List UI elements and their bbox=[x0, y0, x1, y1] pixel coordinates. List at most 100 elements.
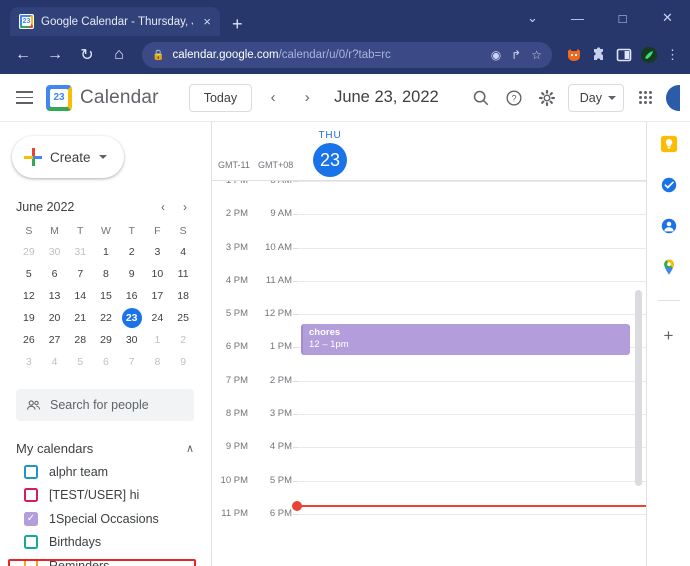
calendar-list-item[interactable]: Reminders bbox=[14, 554, 200, 566]
mini-calendar-day[interactable]: 30 bbox=[119, 329, 145, 351]
mini-calendar-day[interactable]: 5 bbox=[67, 351, 93, 373]
share-icon[interactable]: ↱ bbox=[511, 48, 521, 62]
calendar-checkbox[interactable] bbox=[24, 488, 38, 503]
tab-close-icon[interactable]: × bbox=[200, 13, 214, 30]
create-button[interactable]: Create bbox=[12, 136, 124, 178]
mini-calendar-day[interactable]: 15 bbox=[93, 285, 119, 307]
mini-calendar-day[interactable]: 19 bbox=[16, 307, 42, 329]
forward-icon[interactable]: → bbox=[40, 46, 70, 64]
mini-calendar-day[interactable]: 1 bbox=[93, 241, 119, 263]
account-avatar[interactable] bbox=[666, 84, 680, 111]
calendar-list-item[interactable]: alphr team bbox=[14, 460, 200, 484]
previous-period-icon[interactable]: ‹ bbox=[260, 85, 286, 111]
mini-calendar-day[interactable]: 1 bbox=[145, 329, 171, 351]
mini-calendar-day[interactable]: 20 bbox=[42, 307, 68, 329]
mini-calendar-day[interactable]: 26 bbox=[16, 329, 42, 351]
calendar-checkbox[interactable]: ✓ bbox=[24, 511, 38, 526]
calendar-event[interactable]: chores 12 – 1pm bbox=[301, 324, 630, 355]
help-icon[interactable]: ? bbox=[502, 86, 526, 110]
mini-calendar-day[interactable]: 7 bbox=[119, 351, 145, 373]
mini-calendar-day[interactable]: 9 bbox=[119, 263, 145, 285]
tab-search-chevron-icon[interactable]: ⌄ bbox=[510, 10, 555, 26]
side-panel-icon[interactable] bbox=[616, 47, 632, 63]
chrome-menu-icon[interactable]: ⋮ bbox=[666, 47, 682, 63]
maps-icon[interactable] bbox=[659, 257, 679, 277]
mini-calendar-day[interactable]: 8 bbox=[93, 263, 119, 285]
mini-calendar-day[interactable]: 2 bbox=[170, 329, 196, 351]
mini-calendar-day[interactable]: 18 bbox=[170, 285, 196, 307]
minimize-button[interactable]: — bbox=[555, 11, 600, 26]
mini-calendar-day[interactable]: 27 bbox=[42, 329, 68, 351]
add-panel-icon[interactable]: + bbox=[664, 326, 674, 346]
new-tab-button[interactable]: + bbox=[232, 15, 243, 33]
puzzle-extension-icon[interactable] bbox=[591, 47, 607, 63]
calendar-logo-icon[interactable]: 23 bbox=[46, 84, 72, 111]
hour-line bbox=[298, 380, 646, 382]
mini-calendar-day[interactable]: 3 bbox=[16, 351, 42, 373]
mini-calendar-day[interactable]: 2 bbox=[119, 241, 145, 263]
hour-grid[interactable]: 1 PM 8 AM 2 PM 9 AM 3 PM 10 AM 4 PM 11 AM 5 PM 12… bbox=[212, 180, 646, 566]
back-icon[interactable]: ← bbox=[8, 46, 38, 64]
calendar-list-item[interactable]: ✓ 1Special Occasions bbox=[14, 507, 200, 531]
calendar-brand-label: Calendar bbox=[80, 86, 159, 108]
mini-calendar-day[interactable]: 6 bbox=[93, 351, 119, 373]
fox-extension-icon[interactable] bbox=[566, 47, 582, 63]
mini-calendar-day[interactable]: 5 bbox=[16, 263, 42, 285]
reload-icon[interactable]: ↻ bbox=[72, 45, 102, 65]
reading-mode-icon[interactable]: ◉ bbox=[491, 48, 501, 62]
address-bar[interactable]: 🔒 calendar.google.com/calendar/u/0/r?tab… bbox=[142, 42, 552, 68]
browser-tab[interactable]: 23 Google Calendar - Thursday, Jun × bbox=[10, 7, 220, 36]
tasks-icon[interactable] bbox=[659, 175, 679, 195]
mini-calendar-day[interactable]: 29 bbox=[16, 241, 42, 263]
mini-calendar-day[interactable]: 12 bbox=[16, 285, 42, 307]
vertical-scrollbar[interactable] bbox=[635, 290, 642, 486]
calendar-checkbox[interactable] bbox=[24, 535, 38, 550]
mini-calendar-day[interactable]: 11 bbox=[170, 263, 196, 285]
keep-icon[interactable] bbox=[659, 134, 679, 154]
mini-calendar-day[interactable]: 4 bbox=[170, 241, 196, 263]
mini-calendar-day[interactable]: 8 bbox=[145, 351, 171, 373]
calendar-list-item[interactable]: [TEST/USER] hi bbox=[14, 484, 200, 508]
mini-calendar-day[interactable]: 17 bbox=[145, 285, 171, 307]
main-menu-icon[interactable] bbox=[10, 87, 38, 108]
contacts-icon[interactable] bbox=[659, 216, 679, 236]
timezone-row: GMT-11 GMT+08 bbox=[212, 160, 646, 174]
search-people-input[interactable]: Search for people bbox=[16, 389, 194, 421]
today-button[interactable]: Today bbox=[188, 83, 253, 112]
my-calendars-header[interactable]: My calendars ∧ bbox=[16, 441, 194, 456]
mini-calendar-day[interactable]: 10 bbox=[145, 263, 171, 285]
mini-calendar-day[interactable]: 13 bbox=[42, 285, 68, 307]
close-window-button[interactable]: ✕ bbox=[645, 10, 690, 26]
bookmark-star-icon[interactable]: ☆ bbox=[531, 48, 542, 62]
hour-row[interactable]: 11 PM 6 PM bbox=[212, 508, 646, 547]
mini-calendar-day[interactable]: 21 bbox=[67, 307, 93, 329]
mini-calendar-next-icon[interactable]: › bbox=[174, 200, 196, 214]
mini-calendar-day[interactable]: 31 bbox=[67, 241, 93, 263]
mini-calendar-day[interactable]: 6 bbox=[42, 263, 68, 285]
mini-calendar-day[interactable]: 23 bbox=[119, 307, 145, 329]
mini-calendar-day[interactable]: 3 bbox=[145, 241, 171, 263]
mini-calendar-day[interactable]: 9 bbox=[170, 351, 196, 373]
calendar-list-item[interactable]: Birthdays bbox=[14, 531, 200, 555]
mini-calendar-day[interactable]: 16 bbox=[119, 285, 145, 307]
mini-calendar-day[interactable]: 22 bbox=[93, 307, 119, 329]
view-mode-select[interactable]: Day bbox=[567, 83, 624, 112]
apps-grid-icon[interactable] bbox=[633, 86, 657, 110]
mini-calendar-day[interactable]: 14 bbox=[67, 285, 93, 307]
home-icon[interactable]: ⌂ bbox=[104, 46, 134, 64]
next-period-icon[interactable]: › bbox=[294, 85, 320, 111]
calendar-checkbox[interactable] bbox=[24, 464, 38, 479]
mini-calendar-prev-icon[interactable]: ‹ bbox=[152, 200, 174, 214]
mini-calendar-day[interactable]: 25 bbox=[170, 307, 196, 329]
gear-icon[interactable] bbox=[535, 86, 559, 110]
mini-calendar-day[interactable]: 24 bbox=[145, 307, 171, 329]
calendar-checkbox[interactable] bbox=[24, 558, 38, 566]
mini-calendar-day[interactable]: 4 bbox=[42, 351, 68, 373]
mini-calendar-day[interactable]: 30 bbox=[42, 241, 68, 263]
mini-calendar-day[interactable]: 7 bbox=[67, 263, 93, 285]
search-icon[interactable] bbox=[469, 86, 493, 110]
profile-avatar[interactable] bbox=[641, 47, 657, 63]
mini-calendar-day[interactable]: 28 bbox=[67, 329, 93, 351]
mini-calendar-day[interactable]: 29 bbox=[93, 329, 119, 351]
maximize-button[interactable]: □ bbox=[600, 11, 645, 26]
